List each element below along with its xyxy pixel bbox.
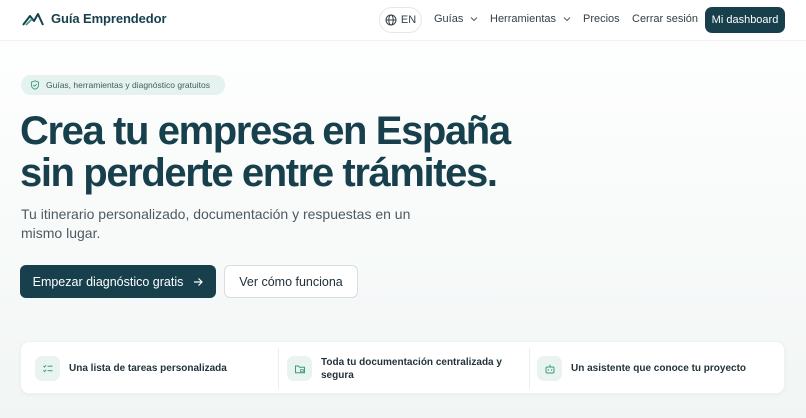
nav-pricing-label: Precios (583, 13, 620, 25)
folder-icon (287, 356, 312, 381)
shield-check-icon (30, 80, 40, 90)
globe-icon (385, 14, 397, 26)
how-it-works-button[interactable]: Ver cómo funciona (224, 265, 358, 298)
nav-tools-label: Herramientas (490, 13, 557, 25)
free-resources-badge: Guías, herramientas y diagnóstico gratui… (21, 75, 225, 95)
headline-line-2: sin perderte entre trámites. (20, 151, 498, 195)
feature-text: Un asistente que conoce tu proyecto (571, 363, 747, 374)
nav-pricing-link[interactable]: Precios (583, 13, 620, 25)
brand-name: Guía Emprendedor (51, 11, 167, 26)
chevron-down-icon (470, 17, 478, 22)
feature-item-assistant: Un asistente que conoce tu proyecto (537, 342, 777, 395)
nav-guides-label: Guías (434, 13, 464, 25)
checklist-icon (35, 356, 60, 381)
headline-line-1: Crea tu empresa en España (20, 109, 511, 153)
language-label: EN (400, 14, 417, 26)
mountain-logo-icon (22, 12, 44, 26)
feature-item-tasks: Una lista de tareas personalizada (35, 342, 275, 395)
brand-logo[interactable]: Guía Emprendedor (22, 11, 167, 26)
feature-text: Una lista de tareas personalizada (69, 363, 227, 374)
start-diagnosis-label: Empezar diagnóstico gratis (32, 274, 184, 289)
language-switcher[interactable]: EN (379, 7, 422, 33)
arrow-right-icon (194, 277, 204, 286)
chevron-down-icon (563, 17, 571, 22)
nav-guides-dropdown[interactable]: Guías (434, 13, 478, 25)
feature-item-documents: Toda tu documentación centralizada y seg… (287, 342, 527, 395)
nav-tools-dropdown[interactable]: Herramientas (490, 13, 571, 25)
feature-divider (529, 348, 530, 389)
feature-divider (278, 348, 279, 389)
badge-label: Guías, herramientas y diagnóstico gratui… (46, 80, 210, 90)
start-diagnosis-button[interactable]: Empezar diagnóstico gratis (20, 265, 216, 298)
nav-logout-link[interactable]: Cerrar sesión (632, 13, 698, 25)
feature-text: Toda tu documentación centralizada y seg… (321, 356, 502, 381)
features-strip: Una lista de tareas personalizada Toda t… (20, 341, 785, 394)
robot-icon (537, 356, 562, 381)
dashboard-button[interactable]: Mi dashboard (705, 7, 785, 33)
nav-logout-label: Cerrar sesión (632, 13, 699, 25)
hero-headline: Crea tu empresa en España sin perderte e… (20, 110, 580, 194)
top-navbar: Guía Emprendedor EN Guías Herramientas P… (0, 0, 806, 41)
hero-subtitle: Tu itinerario personalizado, documentaci… (21, 206, 411, 241)
